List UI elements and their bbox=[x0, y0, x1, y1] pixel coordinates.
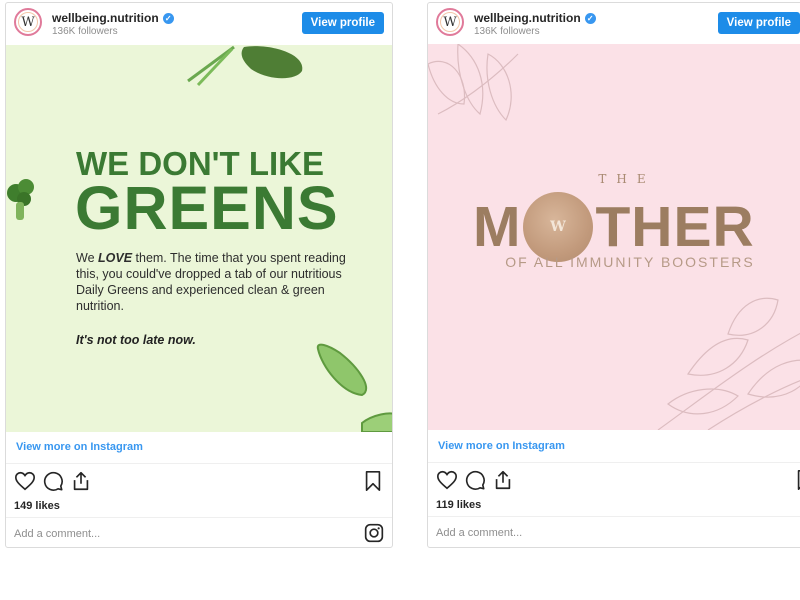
mother-wordmark: M W THER bbox=[473, 192, 755, 262]
comment-input[interactable] bbox=[14, 524, 314, 544]
kicker-text: THE bbox=[598, 172, 656, 186]
view-profile-button[interactable]: View profile bbox=[717, 12, 800, 34]
headline-line-2: GREENS bbox=[75, 174, 339, 242]
chive-icon bbox=[196, 47, 234, 87]
like-count[interactable]: 149 likes bbox=[14, 500, 60, 512]
divider bbox=[6, 517, 392, 518]
avatar[interactable]: W bbox=[436, 8, 464, 36]
broccoli-icon bbox=[7, 179, 34, 220]
username-row: wellbeing.nutrition ✓ bbox=[52, 11, 174, 25]
username-link[interactable]: wellbeing.nutrition bbox=[52, 11, 159, 25]
post-image-greens[interactable]: WE DON'T LIKE GREENS We LOVE them. The t… bbox=[6, 45, 392, 432]
post-header: W wellbeing.nutrition ✓ 136K followers V… bbox=[428, 3, 800, 45]
leaf-sketch-icon bbox=[727, 297, 779, 336]
cucumber-slice-icon bbox=[316, 343, 368, 397]
like-count[interactable]: 119 likes bbox=[436, 499, 481, 511]
effervescent-tablet-icon: W bbox=[523, 192, 594, 262]
view-profile-button[interactable]: View profile bbox=[301, 12, 384, 34]
action-bar bbox=[14, 470, 384, 494]
heart-icon[interactable] bbox=[436, 469, 458, 491]
call-to-action-text: It's not too late now. bbox=[76, 333, 196, 347]
username-row: wellbeing.nutrition ✓ bbox=[474, 11, 596, 25]
instagram-embed-post-greens: W wellbeing.nutrition ✓ 136K followers V… bbox=[5, 2, 393, 548]
spinach-leaf-icon bbox=[241, 46, 303, 79]
post-image-mother[interactable]: THE M W THER OF ALL IMMUNITY BOOSTERS bbox=[428, 44, 800, 430]
instagram-icon[interactable] bbox=[364, 523, 384, 543]
instagram-embed-post-mother: W wellbeing.nutrition ✓ 136K followers V… bbox=[427, 2, 800, 548]
heart-icon[interactable] bbox=[14, 470, 36, 492]
comment-input[interactable] bbox=[436, 523, 736, 543]
divider bbox=[428, 516, 800, 517]
divider bbox=[428, 462, 800, 463]
view-more-link[interactable]: View more on Instagram bbox=[16, 441, 143, 453]
view-more-link[interactable]: View more on Instagram bbox=[438, 440, 565, 452]
leaf-sketch-icon bbox=[667, 388, 739, 415]
leaf-sketch-icon bbox=[747, 359, 800, 398]
verified-badge-icon: ✓ bbox=[162, 12, 174, 24]
divider bbox=[6, 463, 392, 464]
post-header: W wellbeing.nutrition ✓ 136K followers V… bbox=[6, 3, 392, 45]
body-text: We LOVE them. The time that you spent re… bbox=[76, 250, 346, 314]
avatar[interactable]: W bbox=[14, 8, 42, 36]
subtitle-text: OF ALL IMMUNITY BOOSTERS bbox=[505, 254, 755, 270]
follower-count: 136K followers bbox=[474, 26, 540, 37]
action-bar bbox=[436, 469, 800, 493]
comment-icon[interactable] bbox=[464, 469, 486, 491]
body-prefix: We bbox=[76, 251, 98, 265]
username-link[interactable]: wellbeing.nutrition bbox=[474, 11, 581, 25]
share-icon[interactable] bbox=[70, 470, 92, 492]
body-emphasis: LOVE bbox=[98, 251, 133, 265]
verified-badge-icon: ✓ bbox=[584, 12, 596, 24]
wordmark-end: THER bbox=[595, 195, 755, 259]
share-icon[interactable] bbox=[492, 469, 514, 491]
bookmark-icon[interactable] bbox=[794, 469, 800, 491]
leaf-sketch-icon bbox=[687, 337, 749, 376]
cucumber-slice-icon bbox=[361, 412, 392, 432]
comment-icon[interactable] bbox=[42, 470, 64, 492]
bookmark-icon[interactable] bbox=[362, 470, 384, 492]
follower-count: 136K followers bbox=[52, 26, 118, 37]
wordmark-start: M bbox=[473, 195, 522, 259]
